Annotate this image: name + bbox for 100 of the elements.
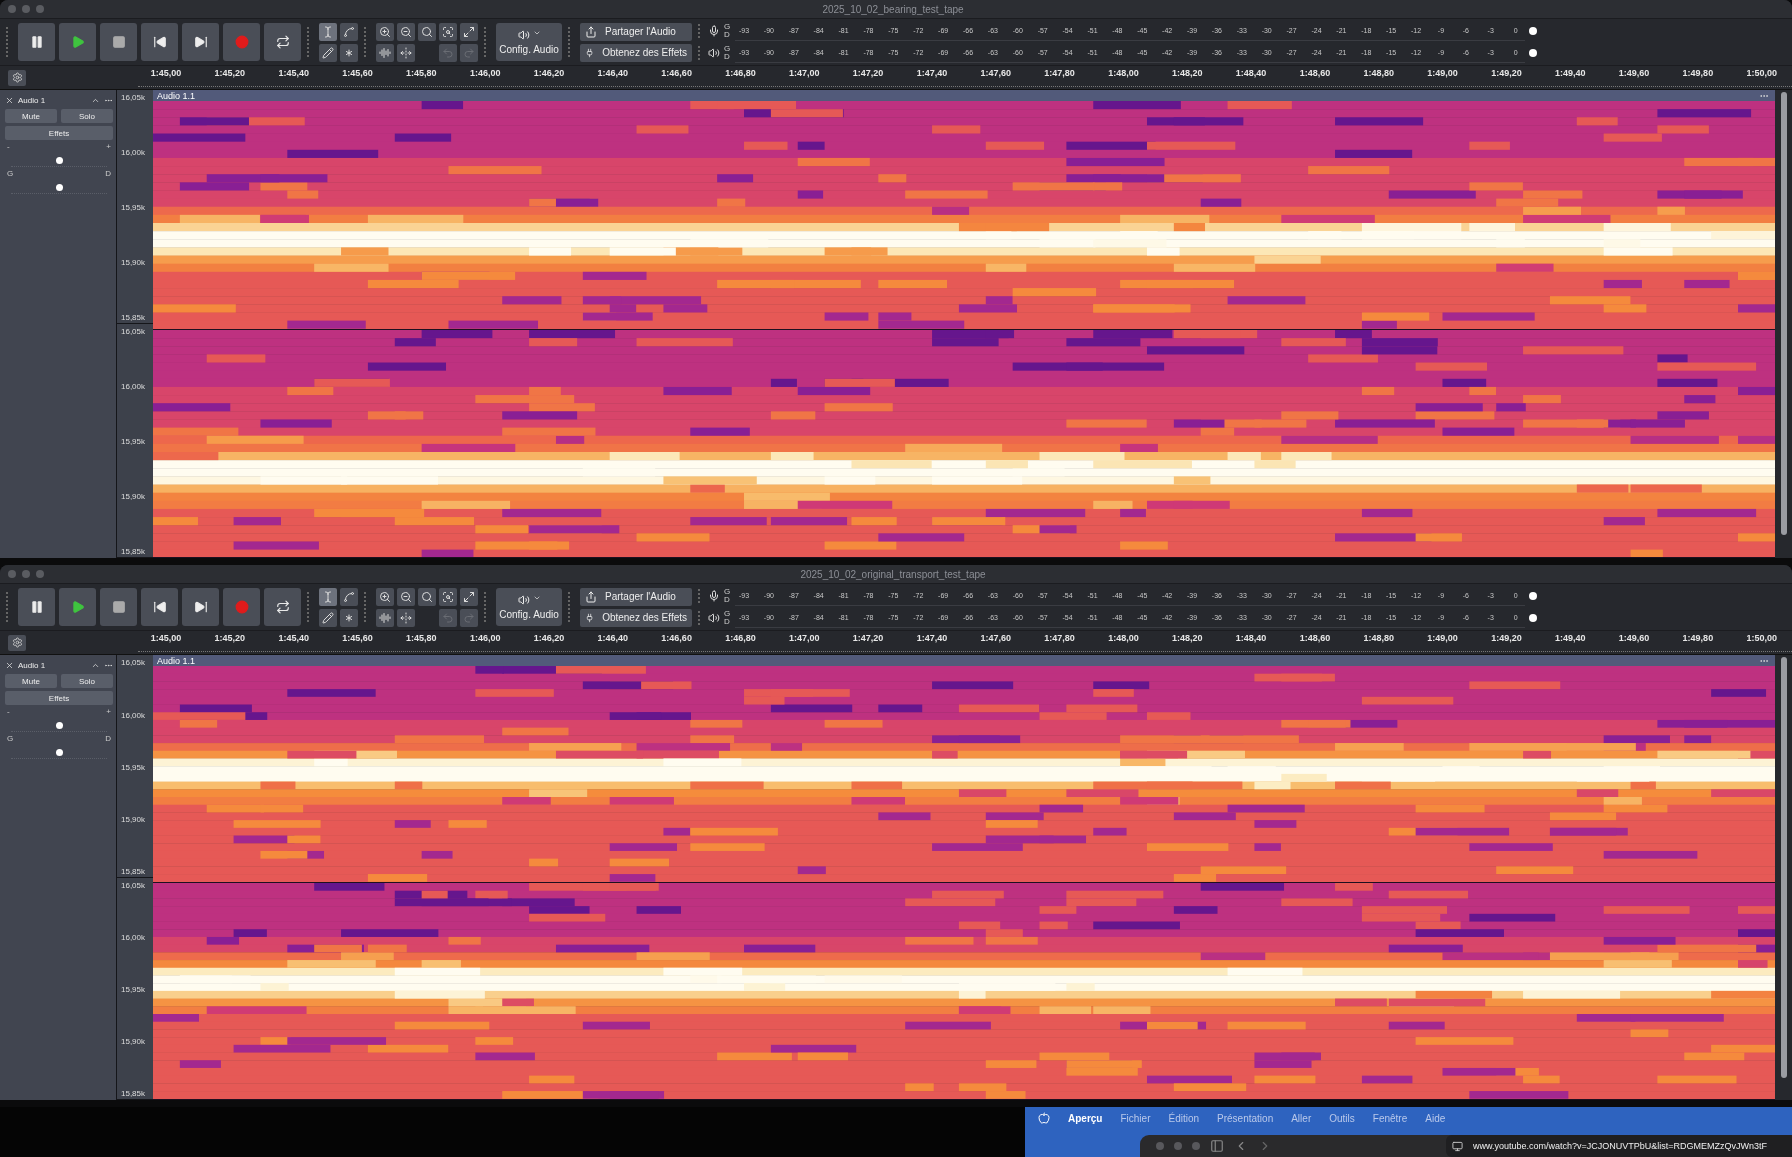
pan-left-label: G: [7, 735, 14, 744]
mute-button[interactable]: Mute: [5, 109, 57, 123]
tool-button[interactable]: [319, 22, 337, 41]
text-cursor-icon: [322, 25, 334, 38]
zoom-toggle-button[interactable]: [460, 587, 478, 606]
tool-button[interactable]: [319, 587, 337, 606]
gain-slider-thumb[interactable]: [56, 157, 63, 164]
zoom-in-button[interactable]: [376, 22, 394, 41]
scrollbar-thumb[interactable]: [1780, 92, 1787, 536]
menu-item[interactable]: Édition: [1168, 1112, 1200, 1124]
pan-right-label: D: [105, 735, 111, 744]
timeline-ruler[interactable]: [138, 68, 1792, 87]
pause-button[interactable]: [18, 23, 55, 61]
tool-button[interactable]: [340, 43, 358, 62]
volume-knob[interactable]: [1529, 614, 1537, 623]
frequency-label: 15,95k: [121, 203, 147, 213]
clip-header[interactable]: Audio 1.1: [153, 655, 1775, 667]
scrollbar-thumb[interactable]: [1780, 657, 1787, 1078]
pan-slider-thumb[interactable]: [56, 184, 63, 191]
tool-button[interactable]: [319, 608, 337, 627]
time-label: 1:48,00: [1107, 633, 1140, 644]
zoom-out-icon: [400, 590, 412, 603]
loop-button[interactable]: [264, 588, 301, 627]
fit-selection-button[interactable]: [418, 587, 436, 606]
frequency-label: 15,95k: [121, 984, 147, 994]
pencil-icon: [322, 611, 334, 624]
time-label: 1:47,40: [915, 633, 949, 644]
menu-item[interactable]: Aperçu: [1068, 1112, 1103, 1124]
effects-button[interactable]: Effets: [5, 691, 113, 706]
share-icon: [585, 590, 597, 603]
effects-button[interactable]: Effets: [5, 126, 113, 140]
tool-button[interactable]: [340, 608, 358, 627]
menu-item[interactable]: Fichier: [1120, 1112, 1151, 1124]
address-field[interactable]: www.youtube.com/watch?v=JCJONUVTPbU&list=RDGMEMZzQvJWn3tF: [1446, 1135, 1792, 1157]
speaker-icon: [708, 47, 720, 59]
get-effects-button[interactable]: Obtenez des Effets: [580, 608, 692, 627]
zoom-toggle-button[interactable]: [460, 22, 478, 41]
menu-item[interactable]: Outils: [1329, 1112, 1355, 1124]
silence-button[interactable]: [397, 608, 415, 627]
zoom-out-button[interactable]: [397, 587, 415, 606]
trim-button[interactable]: [376, 43, 394, 62]
time-label: 1:47,20: [851, 633, 885, 644]
share-audio-button[interactable]: Partager l'Audio: [580, 22, 692, 41]
loop-button[interactable]: [264, 23, 301, 61]
time-label: 1:47,80: [1043, 633, 1076, 644]
tool-button[interactable]: [319, 43, 337, 62]
play-button[interactable]: [59, 588, 96, 627]
pause-button[interactable]: [18, 588, 55, 627]
stop-button[interactable]: [100, 588, 137, 627]
settings-button[interactable]: [8, 69, 26, 86]
time-label: 1:45,80: [405, 68, 438, 78]
solo-button[interactable]: Solo: [61, 674, 113, 689]
skip-start-button[interactable]: [141, 588, 178, 627]
zoom-in-button[interactable]: [376, 587, 394, 606]
fit-selection-button[interactable]: [418, 22, 436, 41]
plug-icon: [585, 611, 595, 624]
trim-button[interactable]: [376, 608, 394, 627]
skip-start-button[interactable]: [141, 23, 178, 61]
volume-knob[interactable]: [1529, 592, 1537, 601]
time-label: 1:48,80: [1362, 68, 1395, 78]
menu-item[interactable]: Fenêtre: [1372, 1112, 1408, 1124]
share-audio-button[interactable]: Partager l'Audio: [580, 587, 692, 606]
loop-icon: [275, 35, 290, 49]
get-effects-button[interactable]: Obtenez des Effets: [580, 43, 692, 62]
solo-button[interactable]: Solo: [61, 109, 113, 123]
audio-setup-button[interactable]: Config. Audio: [496, 23, 562, 61]
silence-button[interactable]: [397, 43, 415, 62]
clip-header[interactable]: Audio 1.1: [153, 90, 1775, 101]
stop-button[interactable]: [100, 23, 137, 61]
skip-end-button[interactable]: [182, 23, 219, 61]
pencil-icon: [322, 46, 334, 59]
settings-button[interactable]: [8, 634, 26, 651]
play-button[interactable]: [59, 23, 96, 61]
envelope-icon: [343, 25, 355, 38]
zoom-out-button[interactable]: [397, 22, 415, 41]
fit-project-button[interactable]: [439, 22, 457, 41]
tool-button[interactable]: [340, 587, 358, 606]
skip-end-button[interactable]: [182, 588, 219, 627]
menu-item[interactable]: Aller: [1291, 1112, 1312, 1124]
menu-item[interactable]: Aide: [1425, 1112, 1446, 1124]
gain-slider-thumb[interactable]: [56, 722, 63, 730]
window-title: 2025_10_02_bearing_test_tape: [821, 3, 965, 15]
tool-button[interactable]: [340, 22, 358, 41]
mute-button[interactable]: Mute: [5, 674, 57, 689]
menu-item[interactable]: Présentation: [1217, 1112, 1274, 1124]
settings-icon: [11, 72, 23, 83]
frequency-label: 15,85k: [121, 866, 147, 876]
time-label: 1:48,80: [1362, 633, 1395, 644]
microphone-icon: [708, 590, 720, 603]
volume-knob[interactable]: [1529, 27, 1537, 35]
time-label: 1:48,60: [1298, 633, 1332, 644]
skip-end-icon: [193, 35, 208, 49]
pan-slider-thumb[interactable]: [56, 749, 63, 757]
timeline-ruler[interactable]: [138, 633, 1792, 653]
undo-icon: [442, 46, 454, 59]
volume-knob[interactable]: [1529, 49, 1537, 57]
audio-setup-button[interactable]: Config. Audio: [496, 588, 562, 627]
time-label: 1:50,00: [1745, 68, 1778, 78]
monitor-icon: [1452, 1140, 1463, 1152]
fit-project-button[interactable]: [439, 587, 457, 606]
